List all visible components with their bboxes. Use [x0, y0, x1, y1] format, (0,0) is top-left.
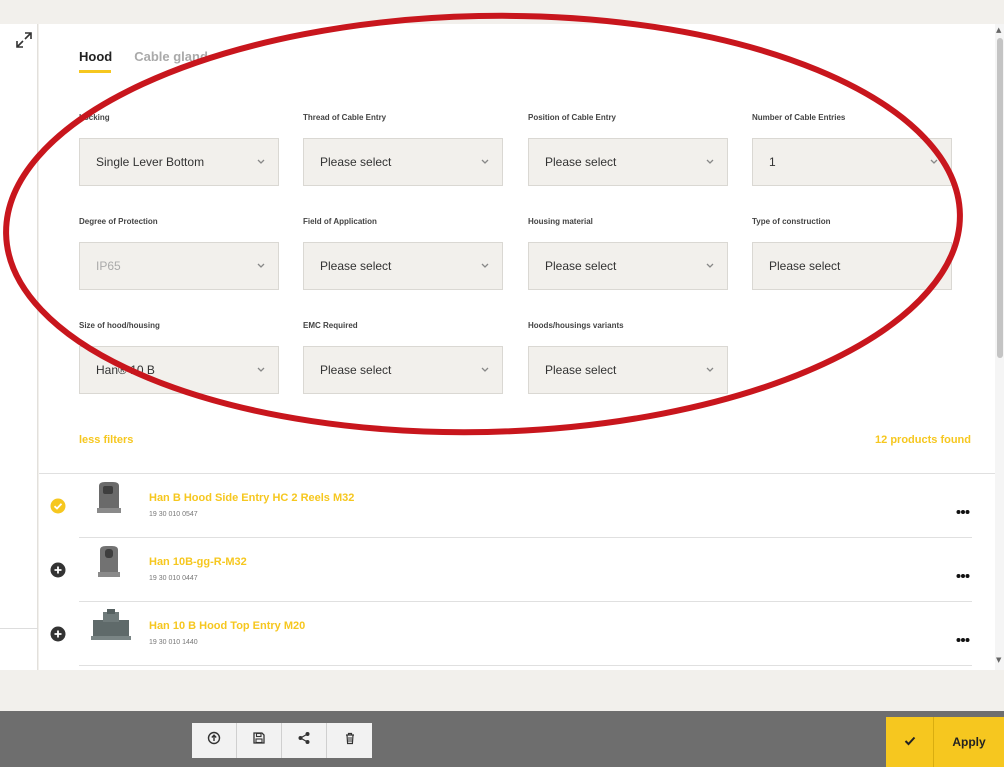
emc-select[interactable]: Please select	[303, 346, 503, 394]
top-strip	[0, 0, 1004, 24]
select-value: IP65	[96, 259, 121, 273]
delete-button[interactable]	[327, 723, 372, 758]
tab-hood[interactable]: Hood	[79, 49, 112, 73]
number-select[interactable]: 1	[752, 138, 952, 186]
filter-label-emc: EMC Required	[303, 321, 358, 330]
filter-label-protection: Degree of Protection	[79, 217, 158, 226]
plus-circle-icon[interactable]	[50, 626, 66, 642]
field-select[interactable]: Please select	[303, 242, 503, 290]
chevron-down-icon	[480, 363, 490, 373]
upload-button[interactable]	[192, 723, 237, 758]
select-value: Please select	[320, 259, 392, 273]
save-button[interactable]	[237, 723, 282, 758]
scrollbar-thumb[interactable]	[997, 38, 1003, 358]
apply-button[interactable]: Apply	[934, 717, 1004, 767]
filter-label-number: Number of Cable Entries	[752, 113, 846, 122]
share-button[interactable]	[282, 723, 327, 758]
select-value: Please select	[545, 259, 617, 273]
protection-select[interactable]: IP65	[79, 242, 279, 290]
product-code: 19 30 010 0547	[149, 511, 198, 518]
select-value: Please select	[769, 259, 841, 273]
list-item[interactable]: Han 10 B Hood Top Entry M20 19 30 010 14…	[39, 602, 995, 666]
plus-circle-icon[interactable]	[50, 562, 66, 578]
tab-bar: Hood Cable gland	[79, 49, 208, 73]
select-value: Please select	[545, 363, 617, 377]
chevron-down-icon	[480, 155, 490, 165]
products-found-count: 12 products found	[875, 434, 971, 446]
select-value: Please select	[545, 155, 617, 169]
check-circle-icon[interactable]	[50, 498, 66, 514]
chevron-down-icon	[705, 259, 715, 269]
chevron-down-icon	[256, 155, 266, 165]
material-select[interactable]: Please select	[528, 242, 728, 290]
product-title[interactable]: Han B Hood Side Entry HC 2 Reels M32	[149, 492, 354, 504]
product-title[interactable]: Han 10B-gg-R-M32	[149, 556, 247, 568]
left-divider	[0, 628, 38, 629]
product-code: 19 30 010 1440	[149, 639, 198, 646]
row-divider	[79, 665, 972, 666]
expand-icon[interactable]	[14, 30, 34, 50]
upload-icon	[207, 731, 221, 750]
select-value: Please select	[320, 363, 392, 377]
confirm-button[interactable]	[886, 717, 934, 767]
chevron-down-icon	[256, 259, 266, 269]
construction-select[interactable]: Please select	[752, 242, 952, 290]
share-icon	[297, 731, 311, 750]
product-code: 19 30 010 0447	[149, 575, 198, 582]
filter-label-thread: Thread of Cable Entry	[303, 113, 387, 122]
less-filters-link[interactable]: less filters	[79, 434, 133, 446]
trash-icon	[343, 731, 357, 750]
select-value: Single Lever Bottom	[96, 155, 205, 169]
more-horizontal-icon[interactable]	[956, 502, 970, 514]
filter-label-variants: Hoods/housings variants	[528, 321, 624, 330]
more-horizontal-icon[interactable]	[956, 566, 970, 578]
chevron-down-icon	[705, 363, 715, 373]
size-select[interactable]: Han® 10 B	[79, 346, 279, 394]
scroll-up-arrow-icon[interactable]: ▲	[996, 26, 1001, 34]
tab-cable-gland[interactable]: Cable gland	[134, 49, 208, 73]
list-item[interactable]: Han B Hood Side Entry HC 2 Reels M32 19 …	[39, 474, 995, 538]
filter-label-material: Housing material	[528, 217, 593, 226]
select-value: Han® 10 B	[96, 363, 155, 377]
footer-toolbar	[0, 711, 1004, 767]
chevron-down-icon	[256, 363, 266, 373]
scroll-down-arrow-icon[interactable]: ▼	[996, 656, 1001, 664]
position-select[interactable]: Please select	[528, 138, 728, 186]
list-item[interactable]: Han 10B-gg-R-M32 19 30 010 0447	[39, 538, 995, 602]
filter-label-field: Field of Application	[303, 217, 377, 226]
chevron-down-icon	[705, 155, 715, 165]
product-thumbnail	[91, 544, 125, 580]
save-icon	[252, 731, 266, 750]
tool-button-group	[192, 723, 372, 758]
variants-select[interactable]: Please select	[528, 346, 728, 394]
filter-label-locking: Locking	[79, 113, 110, 122]
filter-panel: Hood Cable gland Locking Single Lever Bo…	[39, 24, 995, 670]
select-value: Please select	[320, 155, 392, 169]
product-thumbnail	[89, 608, 133, 644]
thread-select[interactable]: Please select	[303, 138, 503, 186]
chevron-down-icon	[929, 155, 939, 165]
filter-label-position: Position of Cable Entry	[528, 113, 617, 122]
product-thumbnail	[91, 480, 125, 516]
filter-label-size: Size of hood/housing	[79, 321, 160, 330]
select-value: 1	[769, 155, 776, 169]
filter-label-construction: Type of construction	[752, 217, 831, 226]
more-horizontal-icon[interactable]	[956, 630, 970, 642]
check-icon	[904, 733, 916, 751]
product-title[interactable]: Han 10 B Hood Top Entry M20	[149, 620, 305, 632]
chevron-down-icon	[480, 259, 490, 269]
left-column	[0, 24, 38, 670]
locking-select[interactable]: Single Lever Bottom	[79, 138, 279, 186]
